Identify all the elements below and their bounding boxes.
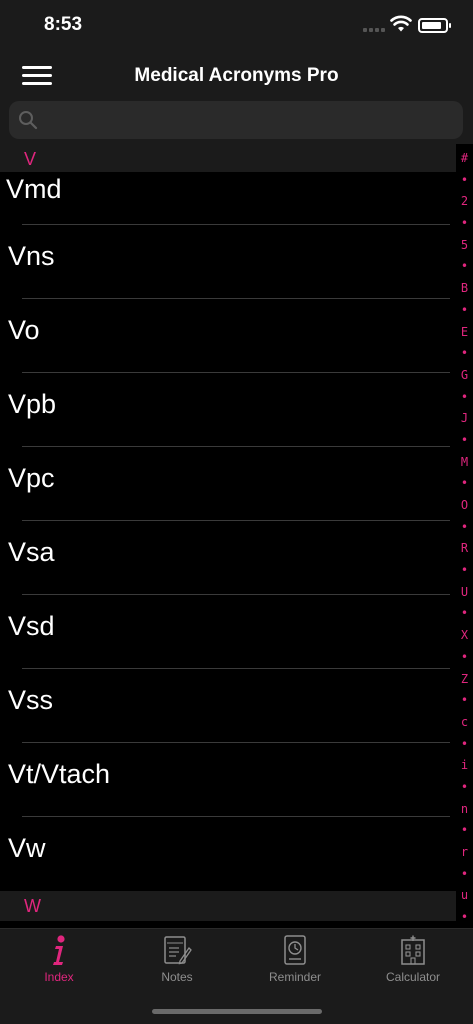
- index-dot[interactable]: •: [456, 300, 473, 322]
- clock-icon: [284, 935, 306, 965]
- section-header-w: W: [0, 891, 456, 921]
- index-dot[interactable]: •: [456, 256, 473, 278]
- list-item-label: Vpc: [8, 463, 55, 493]
- list-item[interactable]: Vw: [0, 817, 456, 891]
- index-dot[interactable]: •: [456, 647, 473, 669]
- list-item[interactable]: Vsd: [0, 595, 456, 669]
- list-item-label: Vo: [8, 315, 40, 345]
- list-item-label: Vt/Vtach: [8, 759, 111, 789]
- search-input[interactable]: [9, 101, 463, 139]
- info-icon: [53, 935, 65, 965]
- list-item[interactable]: Vsa: [0, 521, 456, 595]
- index-dot[interactable]: •: [456, 734, 473, 756]
- index-dot[interactable]: •: [456, 473, 473, 495]
- status-bar: 8:53: [0, 0, 473, 52]
- index-dot[interactable]: •: [456, 690, 473, 712]
- index-dot[interactable]: •: [456, 560, 473, 582]
- index-char-U[interactable]: U: [456, 582, 473, 604]
- index-char-O[interactable]: O: [456, 495, 473, 517]
- search-area: [0, 100, 473, 144]
- tab-calculator[interactable]: Calculator: [354, 929, 472, 999]
- index-char-5[interactable]: 5: [456, 235, 473, 257]
- index-char-r[interactable]: r: [456, 842, 473, 864]
- list-item[interactable]: Vt/Vtach: [0, 743, 456, 817]
- index-char-G[interactable]: G: [456, 365, 473, 387]
- list-item-label: Vsa: [8, 537, 55, 567]
- index-char-E[interactable]: E: [456, 322, 473, 344]
- index-dot[interactable]: •: [456, 387, 473, 409]
- index-dot[interactable]: •: [456, 777, 473, 799]
- tab-label: Index: [44, 970, 74, 984]
- index-dot[interactable]: •: [456, 517, 473, 539]
- index-char-n[interactable]: n: [456, 799, 473, 821]
- tab-index[interactable]: Index: [0, 929, 118, 999]
- list-item[interactable]: Vmd: [0, 172, 456, 225]
- index-dot[interactable]: •: [456, 907, 473, 929]
- list-item-label: Vmd: [6, 174, 62, 204]
- tab-notes[interactable]: Notes: [118, 929, 236, 999]
- home-indicator[interactable]: [152, 1009, 322, 1014]
- list-item-label: Vns: [8, 241, 55, 271]
- index-char-i[interactable]: i: [456, 755, 473, 777]
- acronym-list: Vmd Vns Vo Vpb Vpc Vsa Vsd Vss Vt/Vtach …: [0, 172, 456, 891]
- notes-icon: [164, 936, 192, 965]
- index-dot[interactable]: •: [456, 343, 473, 365]
- section-letter: V: [24, 149, 37, 169]
- index-dot[interactable]: •: [456, 430, 473, 452]
- list-item[interactable]: Vpb: [0, 373, 456, 447]
- section-header-v: V: [0, 144, 456, 174]
- tab-label: Reminder: [268, 970, 322, 984]
- list-item[interactable]: Vns: [0, 225, 456, 299]
- status-time: 8:53: [44, 14, 83, 35]
- list-item-label: Vpb: [8, 389, 57, 419]
- list-item-label: Vss: [8, 685, 54, 715]
- index-dot[interactable]: •: [456, 864, 473, 886]
- list-item[interactable]: Vss: [0, 669, 456, 743]
- section-index-strip[interactable]: # • 2 • 5 • B • E • G • J • M • O • R • U • X • Z • c • i • n • r • u •: [456, 148, 473, 924]
- index-char-c[interactable]: c: [456, 712, 473, 734]
- wifi-icon: [390, 15, 412, 32]
- index-dot[interactable]: •: [456, 213, 473, 235]
- page-title: Medical Acronyms Pro: [134, 65, 339, 86]
- list-item[interactable]: Vpc: [0, 447, 456, 521]
- index-char-#[interactable]: #: [456, 148, 473, 170]
- index-dot[interactable]: •: [456, 820, 473, 842]
- list-item[interactable]: Vo: [0, 299, 456, 373]
- index-char-Z[interactable]: Z: [456, 669, 473, 691]
- cellular-signal-icon: [363, 27, 385, 33]
- battery-icon: [418, 18, 451, 33]
- list-item-label: Vsd: [8, 611, 55, 641]
- index-char-J[interactable]: J: [456, 408, 473, 430]
- navigation-bar: Medical Acronyms Pro: [0, 52, 473, 100]
- tab-label: Calculator: [385, 970, 441, 984]
- index-char-R[interactable]: R: [456, 538, 473, 560]
- index-dot[interactable]: •: [456, 603, 473, 625]
- index-char-B[interactable]: B: [456, 278, 473, 300]
- index-char-M[interactable]: M: [456, 452, 473, 474]
- tab-reminder[interactable]: Reminder: [236, 929, 354, 999]
- index-char-u[interactable]: u: [456, 885, 473, 907]
- hospital-icon: [401, 935, 425, 965]
- tab-bar: Index Notes Reminder Calculator: [0, 928, 473, 1024]
- section-letter: W: [24, 896, 41, 916]
- index-char-X[interactable]: X: [456, 625, 473, 647]
- tab-label: Notes: [161, 970, 193, 984]
- search-icon: [19, 111, 38, 130]
- list-item-label: Vw: [8, 833, 46, 863]
- index-dot[interactable]: •: [456, 170, 473, 192]
- index-char-2[interactable]: 2: [456, 191, 473, 213]
